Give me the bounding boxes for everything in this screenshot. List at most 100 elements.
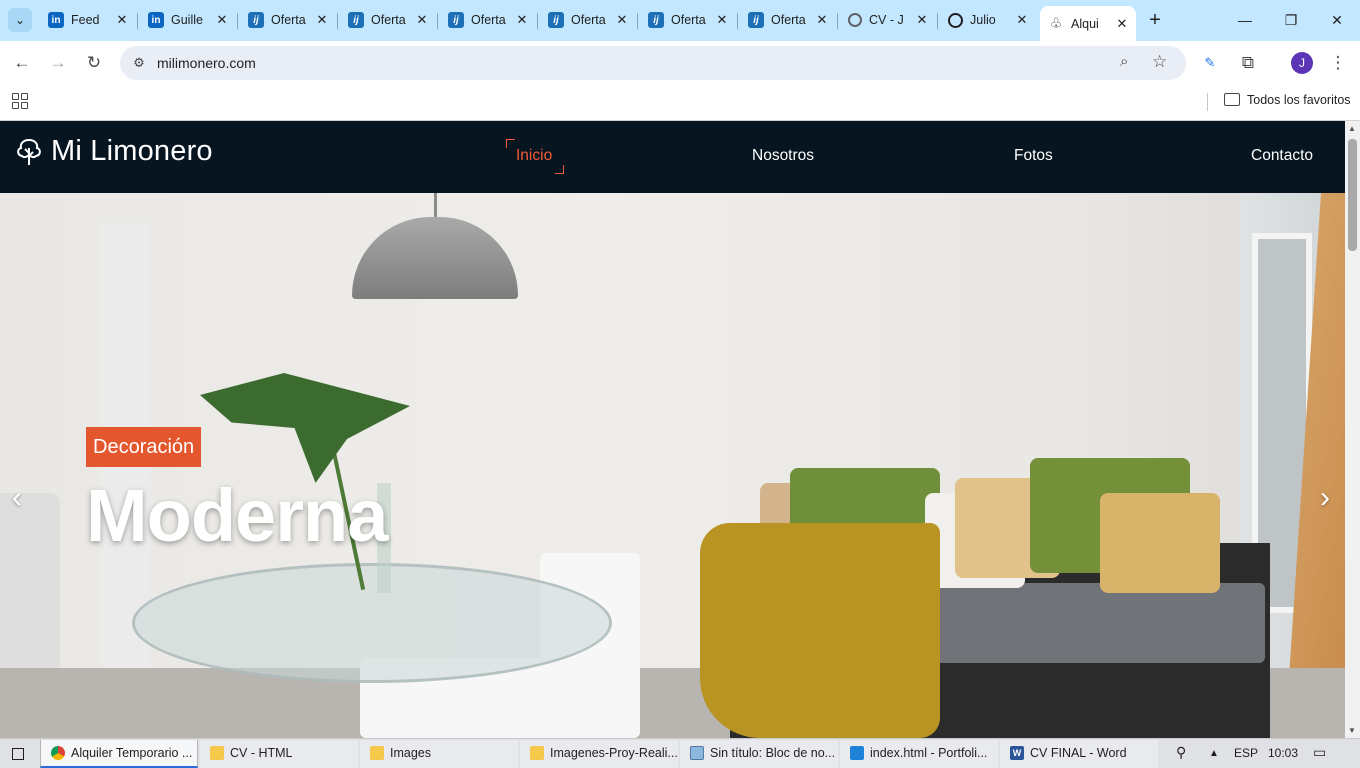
taskbar-item-notepad[interactable]: Sin título: Bloc de no... <box>680 740 838 768</box>
tab-oferta-3[interactable]: ij Oferta ✕ <box>440 6 536 34</box>
tab-oferta-5[interactable]: ij Oferta ✕ <box>640 6 736 34</box>
infojobs-icon: ij <box>648 12 664 28</box>
zoom-icon[interactable]: ⌕ <box>1120 53 1128 70</box>
tab-oferta-2[interactable]: ij Oferta ✕ <box>340 6 436 34</box>
taskbar-item-chrome[interactable]: Alquiler Temporario ... <box>40 740 198 768</box>
tab-label: Oferta <box>771 13 806 27</box>
new-tab-plus-icon[interactable]: + <box>1144 10 1166 32</box>
tab-alquiler-active[interactable]: ♧ Alqui ✕ <box>1040 6 1136 41</box>
carousel-next-icon[interactable]: › <box>1320 481 1330 515</box>
minimize-icon[interactable]: — <box>1222 8 1268 32</box>
tab-search-chevron-icon[interactable]: ⌄ <box>8 8 32 32</box>
language-indicator[interactable]: ESP <box>1234 746 1258 760</box>
address-bar[interactable]: ⚙ milimonero.com ⌕ ☆ <box>120 46 1186 80</box>
close-icon[interactable]: ✕ <box>214 12 230 28</box>
close-icon[interactable]: ✕ <box>114 12 130 28</box>
browser-toolbar: ← → ↻ ⚙ milimonero.com ⌕ ☆ ✎ ⧉ J ⋮ <box>0 41 1360 85</box>
close-icon[interactable]: ✕ <box>1114 16 1130 32</box>
close-icon[interactable]: ✕ <box>914 12 930 28</box>
clock[interactable]: 10:03 <box>1268 746 1298 760</box>
site-logo[interactable]: Mi Limonero <box>14 135 213 168</box>
hero-photo-glass-table <box>132 563 612 683</box>
close-icon[interactable]: ✕ <box>514 12 530 28</box>
circle-icon <box>948 12 963 28</box>
tab-guille[interactable]: in Guille ✕ <box>140 6 236 34</box>
url-text[interactable]: milimonero.com <box>157 55 256 71</box>
nav-contacto[interactable]: Contacto <box>1251 147 1313 165</box>
hero-photo-plant-leaf <box>200 373 410 483</box>
hero-photo-lamp <box>352 217 518 299</box>
scroll-up-icon[interactable]: ▲ <box>1348 124 1356 133</box>
tab-label: Oferta <box>371 13 406 27</box>
hero-category-badge: Decoración <box>86 427 202 467</box>
tab-label: Oferta <box>271 13 306 27</box>
tab-strip: ⌄ in Feed ✕ in Guille ✕ ij Oferta ✕ ij O… <box>0 0 1360 41</box>
hero-title: Moderna <box>86 474 388 557</box>
notifications-icon[interactable]: ▭ <box>1313 744 1326 761</box>
tree-icon: ♧ <box>1049 15 1063 31</box>
tab-oferta-4[interactable]: ij Oferta ✕ <box>540 6 636 34</box>
site-header: Mi Limonero Inicio Nosotros Fotos Contac… <box>0 121 1345 193</box>
close-icon[interactable]: ✕ <box>1014 12 1030 28</box>
menu-kebab-icon[interactable]: ⋮ <box>1326 51 1350 75</box>
restore-icon[interactable]: ❐ <box>1268 8 1314 32</box>
tab-label: CV - J <box>869 13 904 27</box>
bookmark-star-icon[interactable]: ☆ <box>1152 52 1167 72</box>
bookmarks-bar: Todos los favoritos <box>0 85 1360 121</box>
nav-nosotros[interactable]: Nosotros <box>752 147 814 165</box>
close-icon[interactable]: ✕ <box>414 12 430 28</box>
close-icon[interactable]: ✕ <box>314 12 330 28</box>
logo-text: Mi Limonero <box>51 135 213 167</box>
close-icon[interactable]: ✕ <box>614 12 630 28</box>
linkedin-icon: in <box>148 12 164 28</box>
tab-feed[interactable]: in Feed ✕ <box>40 6 136 34</box>
start-icon[interactable] <box>12 748 24 760</box>
word-icon: W <box>1010 746 1024 760</box>
vscode-icon <box>850 746 864 760</box>
taskbar-item-imagenes[interactable]: Imagenes-Proy-Reali... <box>520 740 678 768</box>
carousel-prev-icon[interactable]: ‹ <box>12 481 22 515</box>
tab-label: Oferta <box>571 13 606 27</box>
taskbar-item-word[interactable]: W CV FINAL - Word <box>1000 740 1158 768</box>
hero-photo-heater <box>0 493 60 673</box>
folder-icon <box>210 746 224 760</box>
edit-pen-icon[interactable]: ✎ <box>1198 51 1222 75</box>
tab-cv[interactable]: CV - J ✕ <box>840 6 936 34</box>
taskbar-item-vscode[interactable]: index.html - Portfoli... <box>840 740 998 768</box>
taskbar-item-images[interactable]: Images <box>360 740 518 768</box>
tab-oferta-6[interactable]: ij Oferta ✕ <box>740 6 836 34</box>
close-icon[interactable]: ✕ <box>814 12 830 28</box>
scroll-down-icon[interactable]: ▼ <box>1348 726 1356 735</box>
taskbar-label: CV - HTML <box>230 746 293 760</box>
close-icon[interactable]: ✕ <box>714 12 730 28</box>
nav-fotos[interactable]: Fotos <box>1014 147 1053 165</box>
notepad-icon <box>690 746 704 760</box>
tray-chevron-up-icon[interactable]: ▲ <box>1209 748 1219 759</box>
site-settings-icon[interactable]: ⚙ <box>130 54 148 72</box>
apps-grid-icon[interactable] <box>12 93 28 109</box>
people-icon[interactable]: ⚲ <box>1176 744 1186 761</box>
folder-icon <box>1224 93 1240 106</box>
all-bookmarks-link[interactable]: Todos los favoritos <box>1247 93 1351 107</box>
nav-inicio[interactable]: Inicio <box>516 147 552 165</box>
globe-icon <box>848 13 862 27</box>
close-window-icon[interactable]: ✕ <box>1314 8 1360 32</box>
back-arrow-icon[interactable]: ← <box>10 51 34 75</box>
hero-photo-pillow <box>1100 493 1220 593</box>
tab-label: Oferta <box>671 13 706 27</box>
page-scrollbar[interactable]: ▲ ▼ <box>1345 121 1360 738</box>
profile-avatar[interactable]: J <box>1291 52 1313 74</box>
chrome-icon <box>51 746 65 760</box>
scroll-thumb[interactable] <box>1348 139 1357 251</box>
tab-oferta-1[interactable]: ij Oferta ✕ <box>240 6 336 34</box>
reload-icon[interactable]: ↻ <box>82 51 106 75</box>
extensions-puzzle-icon[interactable]: ⧉ <box>1236 51 1260 75</box>
tab-julio[interactable]: Julio ✕ <box>940 6 1036 34</box>
taskbar: Alquiler Temporario ... CV - HTML Images… <box>0 738 1360 768</box>
infojobs-icon: ij <box>448 12 464 28</box>
forward-arrow-icon[interactable]: → <box>46 51 70 75</box>
tab-label: Alqui <box>1071 16 1099 31</box>
linkedin-icon: in <box>48 12 64 28</box>
taskbar-item-cv-html[interactable]: CV - HTML <box>200 740 358 768</box>
infojobs-icon: ij <box>348 12 364 28</box>
